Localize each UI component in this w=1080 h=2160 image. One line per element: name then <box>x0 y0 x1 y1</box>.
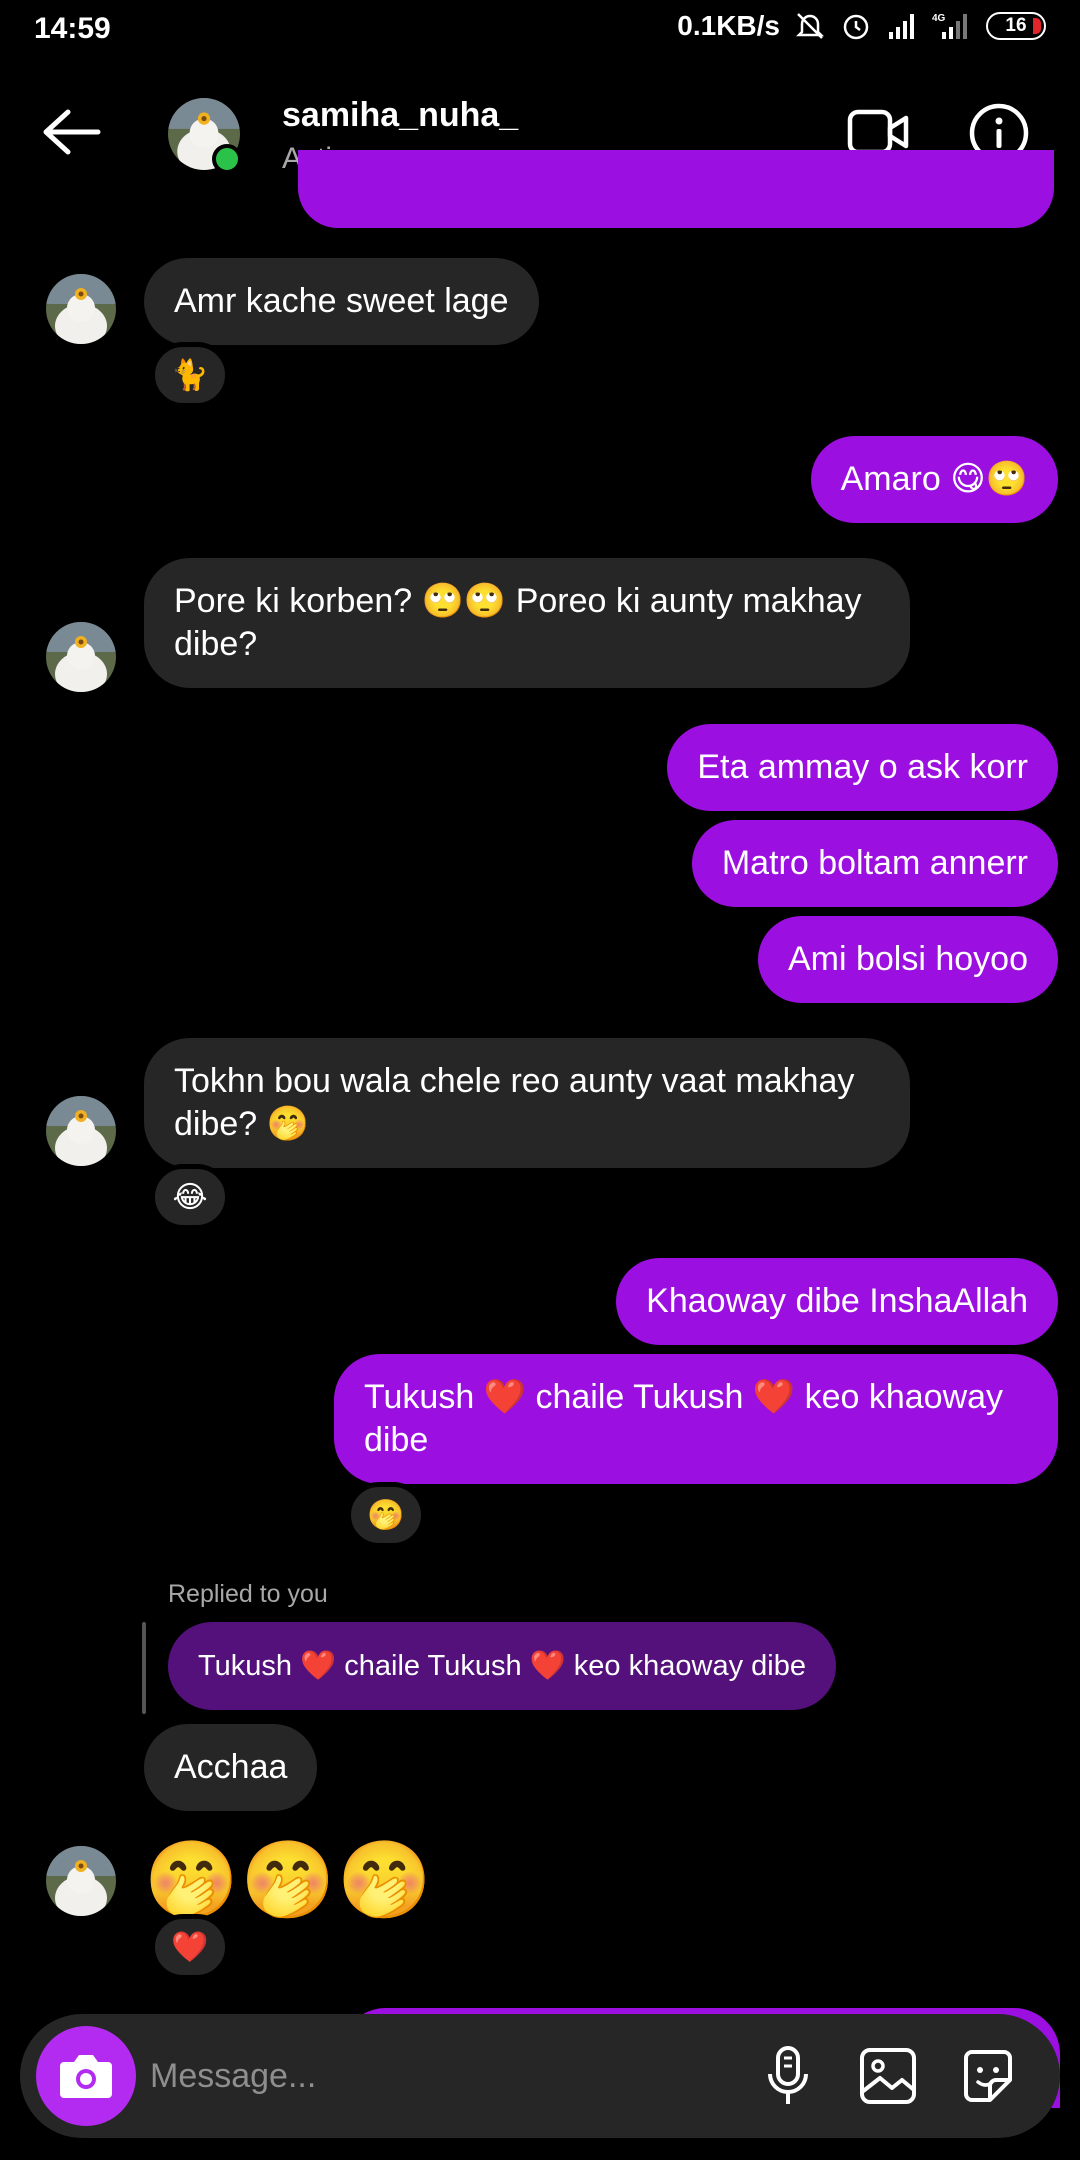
reply-label: Replied to you <box>168 1580 328 1608</box>
message-reaction[interactable]: 🤭 <box>346 1482 426 1548</box>
online-indicator <box>212 144 242 174</box>
message-reaction[interactable]: 🐈 <box>150 342 230 408</box>
sender-avatar[interactable] <box>46 1096 116 1166</box>
message-bubble-incoming[interactable]: Tokhn bou wala chele reo aunty vaat makh… <box>144 1038 910 1168</box>
svg-text:4G: 4G <box>932 13 946 24</box>
sender-avatar[interactable] <box>46 274 116 344</box>
message-bubble-outgoing[interactable]: Eta ammay o ask korr <box>667 724 1058 811</box>
network-speed: 0.1KB/s <box>677 10 780 41</box>
message-reaction[interactable]: ❤️ <box>150 1914 230 1980</box>
emoji-message[interactable]: 🤭🤭🤭 <box>144 1838 434 1924</box>
message-bubble-outgoing[interactable]: Amaro 😋🙄 <box>810 436 1058 523</box>
back-arrow-icon[interactable] <box>38 106 102 158</box>
microphone-icon[interactable] <box>756 2044 820 2108</box>
message-input[interactable] <box>150 2038 750 2114</box>
status-right: 0.1KB/s 4G 16 <box>677 10 1046 42</box>
camera-icon <box>60 2055 112 2098</box>
battery-indicator: 16 <box>986 12 1046 40</box>
contact-username[interactable]: samiha_nuha_ <box>282 96 518 135</box>
status-time: 14:59 <box>34 12 111 45</box>
sender-avatar[interactable] <box>46 622 116 692</box>
message-bubble-outgoing[interactable]: Matro boltam annerr <box>691 820 1058 907</box>
message-bubble-outgoing[interactable]: Tukush ❤️ chaile Tukush ❤️ keo khaoway d… <box>334 1354 1058 1484</box>
message-bubble-incoming[interactable]: Pore ki korben? 🙄🙄 Poreo ki aunty makhay… <box>144 558 910 688</box>
sender-avatar[interactable] <box>46 1846 116 1916</box>
message-bubble-outgoing-partial[interactable] <box>298 150 1054 228</box>
sticker-icon[interactable] <box>956 2044 1020 2108</box>
camera-button[interactable] <box>36 2026 136 2126</box>
message-bubble-outgoing[interactable]: Khaoway dibe InshaAllah <box>616 1258 1058 1345</box>
message-composer <box>20 2014 1060 2138</box>
quoted-message[interactable]: Tukush ❤️ chaile Tukush ❤️ keo khaoway d… <box>168 1622 836 1710</box>
battery-level: 16 <box>1005 15 1027 36</box>
alarm-icon <box>843 14 869 40</box>
message-bubble-incoming[interactable]: Acchaa <box>144 1724 318 1811</box>
message-bubble-outgoing[interactable]: Ami bolsi hoyoo <box>757 916 1058 1003</box>
message-reaction[interactable]: 😂 <box>150 1164 230 1230</box>
image-gallery-icon[interactable] <box>856 2044 920 2108</box>
signal-4g-icon: 4G <box>932 13 967 39</box>
status-bar: 14:59 0.1KB/s 4G 16 <box>0 0 1080 62</box>
message-bubble-incoming[interactable]: Amr kache sweet lage <box>144 258 539 345</box>
reply-indicator-bar <box>142 1622 146 1714</box>
mute-icon <box>795 13 825 39</box>
signal-icon <box>889 14 914 39</box>
